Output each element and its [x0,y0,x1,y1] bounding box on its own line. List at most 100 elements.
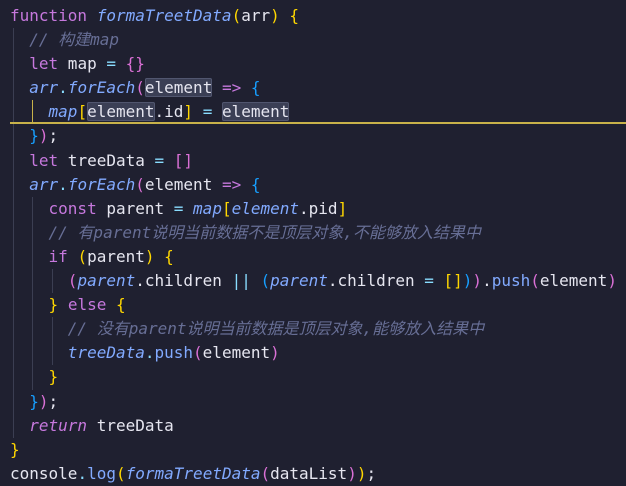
identifier-token: forEach [67,78,136,98]
identifier-token: element [231,198,300,218]
code-line[interactable]: }); [0,389,626,414]
bracket-token: [ [77,102,88,122]
code-line[interactable]: // 有parent说明当前数据不是顶层对象,不能够放入结果中 [0,220,626,245]
bracket-token: ( [67,271,78,291]
code-line[interactable]: treeData.push(element) [0,341,626,366]
code-line[interactable]: arr.forEach(element => { [0,76,626,101]
operator-token: = [173,198,184,218]
code-line[interactable]: let treeData = [] [0,148,626,173]
bracket-token: } [29,126,39,146]
text-token: parent [96,198,174,218]
code-line[interactable]: if (parent) { [0,244,626,270]
operator-token: . [77,463,88,483]
bracket-token: ) [270,343,280,363]
code-line[interactable]: } [0,438,626,462]
text-token: treeData [87,415,174,435]
bracket-token: ( [193,343,203,363]
identifier-token: treeData [67,343,145,363]
code-line[interactable]: arr.forEach(element => { [0,172,626,197]
bracket-token: ) [270,6,280,25]
bracket-token: } [48,367,59,387]
keyword-token: return [29,415,88,435]
identifier-token: arr [29,174,59,194]
text-token: . [482,271,492,291]
text-token: .children [327,271,425,291]
bracket-token: ( [115,463,126,483]
highlighted-word: element [221,102,290,122]
bracket-token: { [250,78,261,98]
bracket-token: ) [472,271,483,291]
comment-token: // 没有parent说明当前数据是顶层对象,能够放入结果中 [67,319,485,339]
bracket-token: [] [173,150,194,170]
bracket-token: {} [125,54,145,74]
text-token: ; [48,391,59,411]
bracket-token: [ [221,198,232,218]
bracket-token: ) [462,271,473,291]
text-token: treeData [58,150,155,170]
text-token: element [202,343,271,363]
code-line[interactable]: map[element.id] = element [0,100,626,125]
bracket-token: ( [77,246,88,266]
bracket-token: ( [260,463,271,483]
text-token: ; [366,463,377,483]
identifier-token: formaTreetData [125,463,261,483]
code-line[interactable]: function formaTreetData(arr) { [0,4,626,28]
identifier-token: arr [29,78,59,98]
bracket-token: { [115,295,126,315]
code-line[interactable]: } else { [0,293,626,318]
code-line[interactable]: let map = {} [0,52,626,77]
bracket-token: { [250,174,261,194]
operator-token: . [58,78,68,98]
code-line[interactable]: }); [0,124,626,149]
code-editor[interactable]: function formaTreetData(arr) { // 构建map … [0,0,626,486]
identifier-token: parent [77,271,136,291]
code-line[interactable]: } [0,365,626,390]
text-token: arr [241,6,271,25]
bracket-token: ( [231,6,242,25]
operator-token: || [231,271,251,291]
text-token: ; [48,126,59,146]
bracket-token: ( [135,78,145,98]
bracket-token: ) [38,126,49,146]
bracket-token: ] [337,198,348,218]
identifier-token: forEach [67,174,136,194]
identifier-token: formaTreetData [96,6,232,25]
text-token: map [58,54,107,74]
code-line[interactable]: return treeData [0,413,626,438]
keyword-token: let [29,54,59,74]
operator-token: = [106,54,116,74]
identifier-token: map [48,102,78,122]
keyword-token: let [29,150,59,170]
bracket-token: ) [144,246,155,266]
code-line[interactable]: console.log(formaTreetData(dataList)); [0,462,626,486]
code-line[interactable]: // 没有parent说明当前数据是顶层对象,能够放入结果中 [0,317,626,342]
code-line[interactable]: // 构建map [0,28,626,53]
code-line[interactable]: const parent = map[element.pid] [0,196,626,221]
operator-token: = [424,271,434,291]
code-line[interactable]: (parent.children || (parent.children = [… [0,269,626,294]
operator-token: . [144,343,155,363]
keyword-token: else [67,295,107,315]
